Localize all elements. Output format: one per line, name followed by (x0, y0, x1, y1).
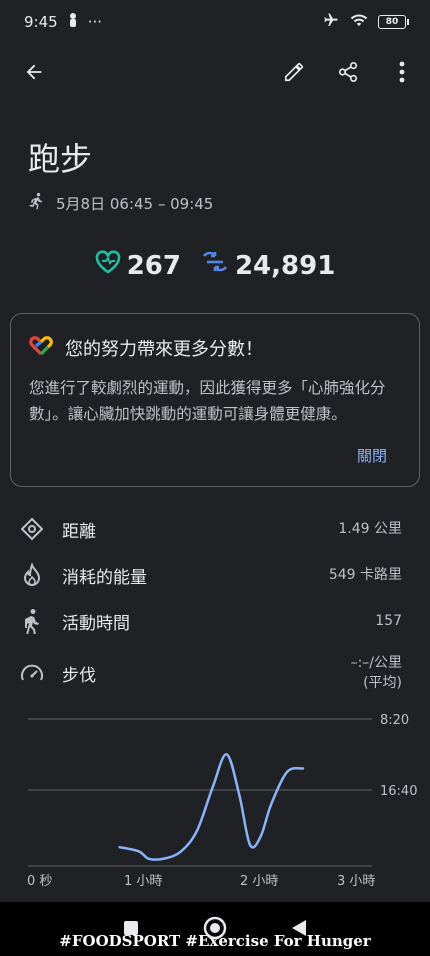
edit-pencil-icon[interactable] (280, 58, 308, 86)
steps-value: 24,891 (234, 250, 336, 281)
stat-value: 549 卡路里 (328, 567, 402, 583)
chart-x-tick-label: 2 小時 (240, 874, 278, 889)
stat-label: 活動時間 (62, 613, 130, 634)
pace-chart: 8:20 16:40 0 秒 1 小時 2 小時 3 小時 (27, 713, 417, 889)
battery-icon: 80 (378, 15, 409, 29)
app-bar (0, 48, 430, 96)
back-arrow-icon[interactable] (20, 58, 48, 86)
airplane-icon (322, 12, 340, 32)
heart-points-icon (95, 250, 121, 281)
dismiss-button[interactable]: 關閉 (357, 445, 387, 466)
chart-x-tick-label: 1 小時 (124, 874, 162, 889)
card-heading: 您的努力帶來更多分數！ (65, 338, 263, 360)
person-icon (68, 13, 78, 31)
watermark-text: #FOODSPORT #Exercise For Hunger (59, 932, 371, 950)
activity-subtitle: 5月8日 06:45 – 09:45 (28, 192, 213, 214)
status-time: 9:45 (24, 13, 58, 31)
google-fit-logo-icon (29, 334, 53, 361)
stat-row-pace: 步伐 –:–/公里 (平均) (0, 650, 430, 696)
location-pin-icon (18, 517, 46, 541)
chart-y-tick-label: 16:40 (380, 784, 417, 799)
more-vert-icon[interactable] (388, 58, 416, 86)
running-icon (28, 192, 46, 214)
card-body: 您進行了較劇烈的運動，因此獲得更多「心肺強化分數」。讓心臟加快跳動的運動可讓身體… (29, 379, 386, 423)
flame-icon (18, 563, 46, 587)
steps-icon (201, 250, 229, 281)
share-icon[interactable] (334, 58, 362, 86)
stat-value-pace: –:–/公里 (平均) (351, 653, 402, 693)
chart-x-tick-label: 0 秒 (27, 874, 52, 889)
stat-label: 步伐 (62, 665, 96, 686)
heart-points-metric: 267 (95, 250, 181, 281)
battery-level: 80 (385, 17, 399, 27)
pace-value: –:–/公里 (350, 655, 402, 671)
speedometer-icon (18, 662, 46, 684)
pace-average-label: (平均) (363, 675, 402, 691)
stat-row-active-time: 活動時間 157 (0, 601, 430, 641)
chart-y-tick-label: 8:20 (380, 713, 409, 728)
steps-metric: 24,891 (201, 250, 335, 281)
stat-label: 消耗的能量 (62, 567, 147, 588)
walking-icon (18, 608, 46, 634)
chart-series-line (118, 753, 305, 861)
points-info-card: 您的努力帶來更多分數！ 您進行了較劇烈的運動，因此獲得更多「心肺強化分數」。讓心… (10, 313, 420, 487)
heart-points-value: 267 (126, 250, 181, 281)
wifi-icon (350, 12, 368, 32)
status-bar: 9:45 ··· 80 (0, 0, 430, 44)
stat-label: 距離 (62, 521, 96, 542)
stat-row-distance: 距離 1.49 公里 (0, 509, 430, 549)
status-dots: ··· (87, 13, 102, 31)
metrics-summary: 267 24,891 (0, 250, 430, 281)
stat-row-energy: 消耗的能量 549 卡路里 (0, 555, 430, 595)
date-range: 5月8日 06:45 – 09:45 (56, 194, 214, 213)
chart-x-tick-label: 3 小時 (337, 874, 375, 889)
page-title: 跑步 (28, 140, 93, 178)
stat-value: 1.49 公里 (338, 521, 402, 537)
stat-value: 157 (375, 613, 402, 629)
